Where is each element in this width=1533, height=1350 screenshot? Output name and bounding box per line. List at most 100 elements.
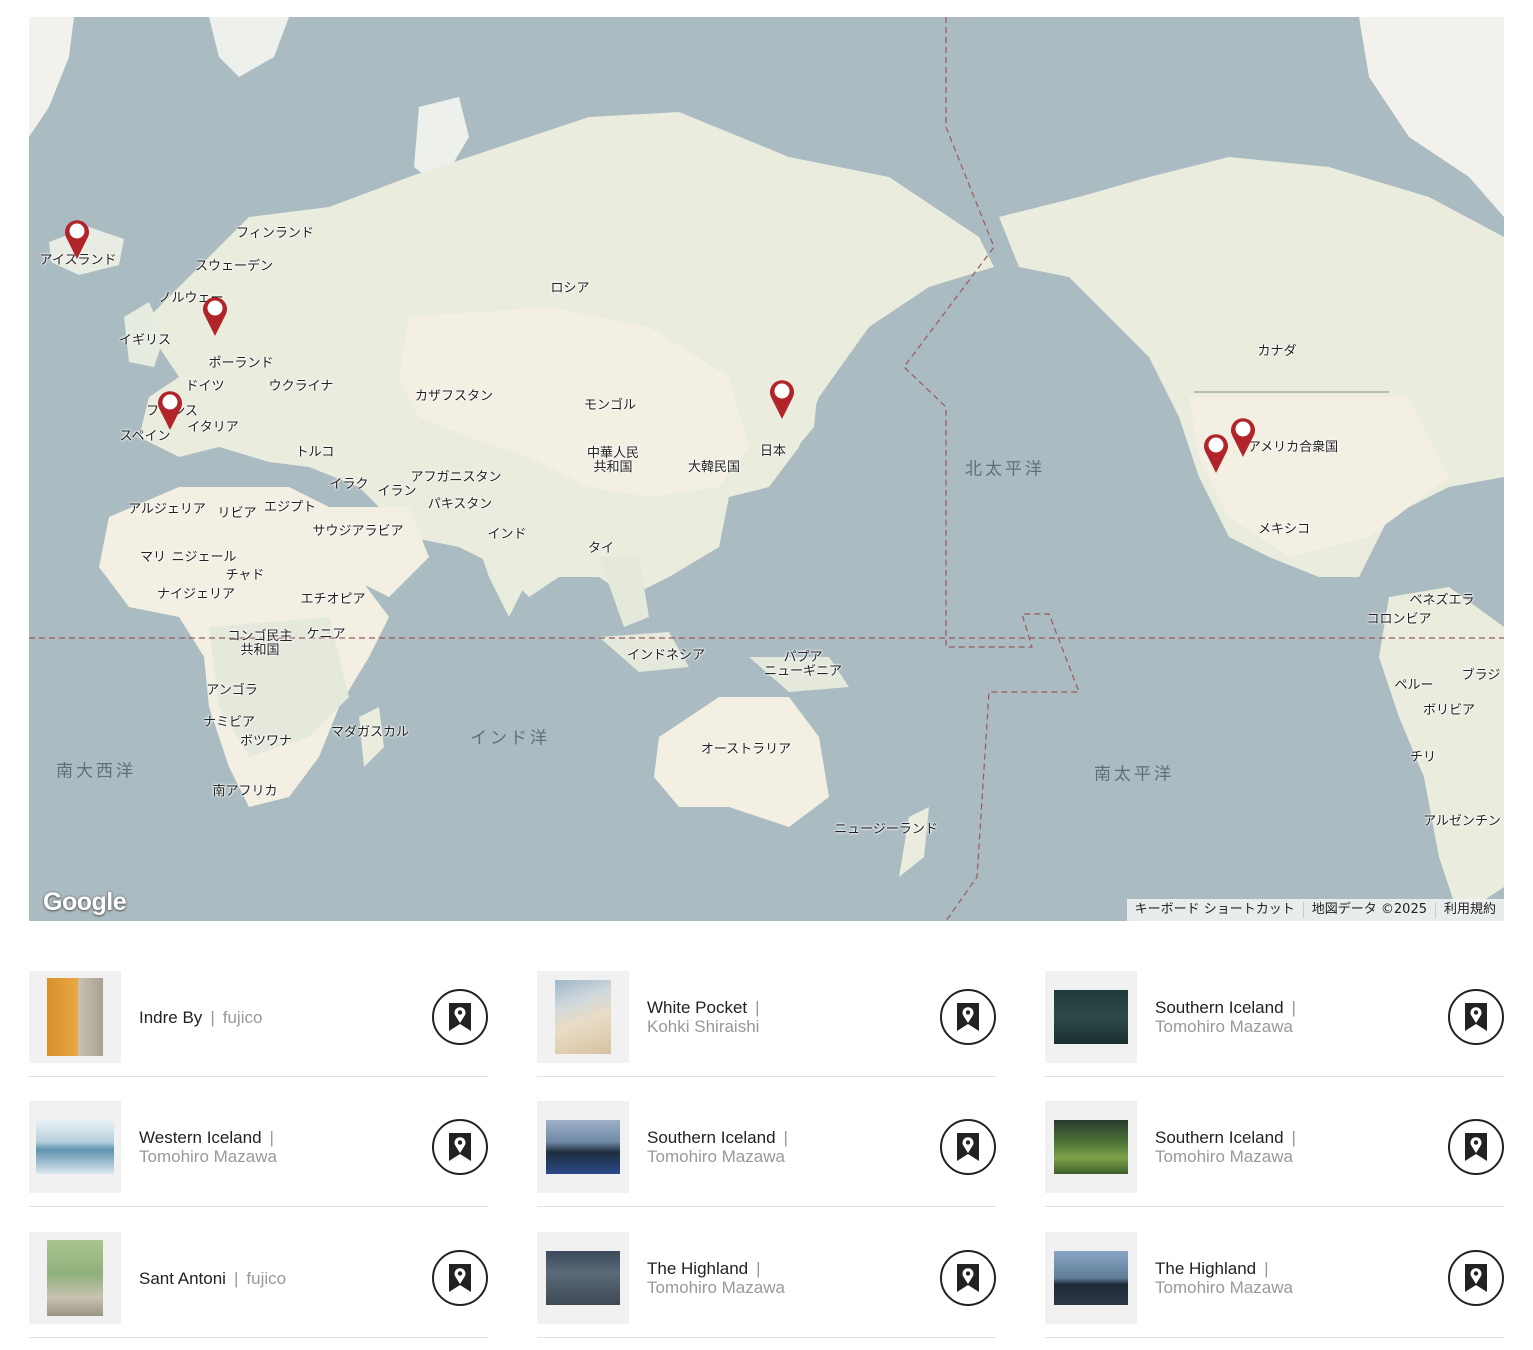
map-marker-japan[interactable] [768,378,796,420]
show-on-map-button[interactable] [1448,989,1504,1045]
show-on-map-button[interactable] [432,1119,488,1175]
card-author[interactable]: Tomohiro Mazawa [1155,1278,1293,1297]
world-map[interactable]: アイスランド フィンランド スウェーデン ノルウェー イギリス ポーランド ドイツ ウクライナ… [29,17,1504,921]
card-author[interactable]: Tomohiro Mazawa [647,1278,785,1297]
card-title[interactable]: Southern Iceland [1155,1128,1284,1147]
show-on-map-button[interactable] [1448,1119,1504,1175]
card-title[interactable]: The Highland [1155,1259,1256,1278]
photo-card[interactable]: Southern Iceland | Tomohiro Mazawa [1045,1101,1504,1207]
country-label-venezuela: ベネズエラ [1409,593,1475,608]
map-marker-iceland[interactable] [63,218,91,260]
photo-card[interactable]: Sant Antoni | fujico [29,1232,488,1338]
map-data-text: 地図データ ©2025 [1304,902,1436,918]
keyboard-shortcuts-link[interactable]: キーボード ショートカット [1127,902,1304,918]
card-title[interactable]: The Highland [647,1259,748,1278]
country-label-ethiopia: エチオピア [300,592,366,607]
card-author[interactable]: fujico [246,1269,286,1288]
photo-thumbnail[interactable] [29,1101,121,1193]
blue-road-photo [546,1120,620,1174]
photo-card[interactable]: The Highland | Tomohiro Mazawa [537,1232,996,1338]
country-label-russia: ロシア [550,281,590,296]
card-title[interactable]: Southern Iceland [1155,998,1284,1017]
show-on-map-button[interactable] [432,1250,488,1306]
card-caption: Sant Antoni | fujico [139,1232,409,1324]
photo-thumbnail[interactable] [1045,971,1137,1063]
card-title[interactable]: Sant Antoni [139,1269,226,1288]
map-marker-usa-1[interactable] [1202,432,1230,474]
photo-card[interactable]: Southern Iceland | Tomohiro Mazawa [537,1101,996,1207]
card-author[interactable]: fujico [223,1008,263,1027]
caption-separator: | [756,1259,761,1278]
country-label-italy: イタリア [187,420,239,435]
card-title[interactable]: Indre By [139,1008,202,1027]
coastal-cliff-photo [1054,1251,1128,1305]
map-attribution: キーボード ショートカット 地図データ ©2025 利用規約 [1126,899,1504,921]
card-author[interactable]: Tomohiro Mazawa [139,1147,277,1166]
card-author[interactable]: Tomohiro Mazawa [1155,1017,1293,1036]
show-on-map-button[interactable] [1448,1250,1504,1306]
country-label-germany: ドイツ [185,379,225,394]
country-label-libya: リビア [217,506,257,521]
map-marker-denmark[interactable] [201,295,229,337]
photo-card[interactable]: White Pocket | Kohki Shiraishi [537,971,996,1077]
country-label-drc: コンゴ民主 共和国 [227,629,293,658]
photo-thumbnail[interactable] [29,971,121,1063]
map-pin-icon [1204,434,1228,473]
card-caption: The Highland | Tomohiro Mazawa [647,1232,917,1324]
card-title[interactable]: Western Iceland [139,1128,262,1147]
country-label-algeria: アルジェリア [128,502,206,517]
caption-separator: | [1291,1128,1296,1147]
photo-thumbnail[interactable] [1045,1101,1137,1193]
country-label-india: インド [487,527,527,542]
photo-card[interactable]: Southern Iceland | Tomohiro Mazawa [1045,971,1504,1077]
show-on-map-button[interactable] [940,1250,996,1306]
country-label-nigeria: ナイジェリア [156,587,236,602]
card-author[interactable]: Tomohiro Mazawa [647,1147,785,1166]
country-label-chad: チャド [225,568,265,583]
card-title[interactable]: White Pocket [647,998,747,1017]
country-label-southafrica: 南アフリカ [212,784,278,799]
photo-card[interactable]: The Highland | Tomohiro Mazawa [1045,1232,1504,1338]
photo-thumbnail[interactable] [537,1232,629,1324]
photo-thumbnail[interactable] [29,1232,121,1324]
country-label-indonesia: インドネシア [626,648,706,663]
terms-link[interactable]: 利用規約 [1436,902,1504,918]
map-marker-spain[interactable] [156,389,184,431]
photo-thumbnail[interactable] [537,971,629,1063]
country-label-niger: ニジェール [171,550,237,565]
country-label-brazil: ブラジ [1461,668,1501,683]
yellow-building-photo [47,978,103,1056]
photo-card[interactable]: Indre By | fujico [29,971,488,1077]
photo-thumbnail[interactable] [537,1101,629,1193]
show-on-map-button[interactable] [432,989,488,1045]
rocky-hill-photo [546,1251,620,1305]
card-caption: Southern Iceland | Tomohiro Mazawa [1155,1101,1425,1193]
country-label-angola: アンゴラ [206,683,258,698]
country-label-madagascar: マダガスカル [330,725,410,740]
caption-separator: | [1264,1259,1269,1278]
show-on-map-button[interactable] [940,989,996,1045]
caption-separator: | [210,1007,215,1027]
country-label-poland: ポーランド [208,356,274,371]
map-bookmark-icon [957,1003,979,1031]
photo-card[interactable]: Western Iceland | Tomohiro Mazawa [29,1101,488,1207]
map-marker-usa-2[interactable] [1229,416,1257,458]
card-title[interactable]: Southern Iceland [647,1128,776,1147]
country-label-saudi: サウジアラビア [312,524,404,539]
country-label-ukraine: ウクライナ [268,379,334,394]
show-on-map-button[interactable] [940,1119,996,1175]
card-author[interactable]: Kohki Shiraishi [647,1017,759,1036]
country-label-mexico: メキシコ [1257,522,1311,537]
photo-thumbnail[interactable] [1045,1232,1137,1324]
country-label-turkey: トルコ [295,445,335,460]
country-label-mali: マリ [139,550,167,565]
country-label-mongolia: モンゴル [583,398,637,413]
country-label-korea: 大韓民国 [687,460,741,475]
country-label-kenya: ケニア [306,627,346,642]
country-label-newzealand: ニュージーランド [834,822,938,837]
country-label-usa: アメリカ合衆国 [1247,440,1339,455]
map-bookmark-icon [957,1133,979,1161]
card-author[interactable]: Tomohiro Mazawa [1155,1147,1293,1166]
map-bookmark-icon [1465,1003,1487,1031]
map-bookmark-icon [1465,1264,1487,1292]
